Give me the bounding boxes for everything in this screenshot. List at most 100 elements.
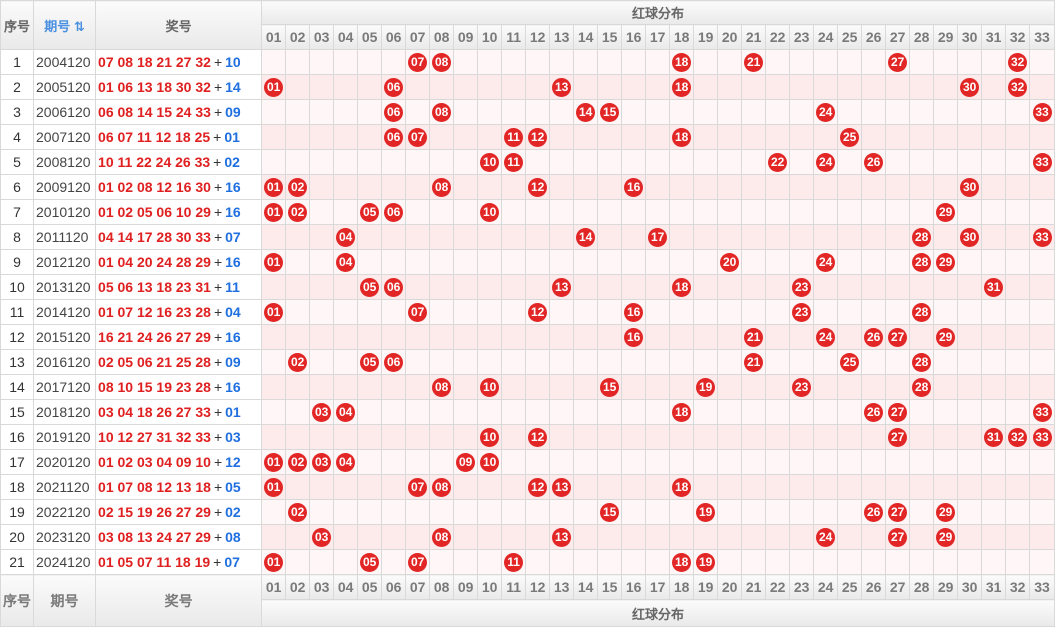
distribution-cell — [309, 349, 335, 375]
column-header-30: 30 — [957, 574, 983, 600]
distribution-cell — [549, 549, 575, 575]
distribution-cell — [453, 349, 479, 375]
distribution-cell — [429, 324, 455, 350]
distribution-cell: 02 — [285, 349, 311, 375]
blue-number: 16 — [225, 329, 241, 345]
distribution-cell — [645, 474, 671, 500]
row-winning-numbers: 01 02 03 04 09 10 +12 — [95, 449, 263, 475]
distribution-cell — [981, 74, 1007, 100]
distribution-cell — [597, 274, 623, 300]
distribution-cell — [453, 49, 479, 75]
distribution-cell: 13 — [549, 274, 575, 300]
red-ball-marker: 01 — [264, 477, 284, 497]
blue-number: 16 — [225, 254, 241, 270]
distribution-cell — [741, 424, 767, 450]
distribution-cell — [477, 74, 503, 100]
red-numbers: 06 07 11 12 18 25 — [98, 129, 211, 145]
column-header-21: 21 — [741, 574, 767, 600]
blue-number: 04 — [225, 304, 241, 320]
row-winning-numbers: 06 07 11 12 18 25 +01 — [95, 124, 263, 150]
red-ball-marker: 14 — [576, 227, 596, 247]
red-ball-marker: 32 — [1008, 77, 1028, 97]
distribution-cell — [981, 474, 1007, 500]
distribution-cell: 12 — [525, 124, 551, 150]
distribution-cell — [1029, 74, 1055, 100]
column-header-33: 33 — [1029, 574, 1055, 600]
red-ball-marker: 06 — [384, 202, 404, 222]
sort-icon[interactable]: ⇅ — [74, 19, 85, 34]
distribution-cell — [309, 474, 335, 500]
column-header-27: 27 — [885, 574, 911, 600]
distribution-cell — [261, 99, 287, 125]
distribution-cell — [693, 249, 719, 275]
distribution-cell — [933, 474, 959, 500]
draw-row: 10 2013120 05 06 13 18 23 31 +11 05 06 13 18 23 3… — [0, 274, 1055, 300]
distribution-cell: 33 — [1029, 424, 1055, 450]
distribution-cell — [429, 449, 455, 475]
column-header-26: 26 — [861, 24, 887, 50]
distribution-cell: 15 — [597, 499, 623, 525]
distribution-cell — [429, 424, 455, 450]
draw-row: 3 2006120 06 08 14 15 24 33 +09 06 08 14 15 24 33 — [0, 99, 1055, 125]
column-header-24: 24 — [813, 24, 839, 50]
period-header-sortable[interactable]: 期号 ⇅ — [33, 0, 97, 50]
red-ball-marker: 24 — [816, 527, 836, 547]
distribution-cell: 18 — [669, 74, 695, 100]
distribution-cell — [573, 324, 599, 350]
distribution-cell — [261, 424, 287, 450]
distribution-cell — [837, 324, 863, 350]
distribution-cell: 07 — [405, 299, 431, 325]
distribution-cell — [453, 374, 479, 400]
column-header-29: 29 — [933, 24, 959, 50]
distribution-cell — [405, 424, 431, 450]
blue-number: 14 — [225, 79, 241, 95]
distribution-cell: 08 — [429, 524, 455, 550]
distribution-cell — [477, 174, 503, 200]
distribution-cell — [669, 149, 695, 175]
distribution-cell — [813, 399, 839, 425]
plus-sign: + — [213, 204, 223, 220]
red-ball-marker: 19 — [696, 552, 716, 572]
distribution-cell — [453, 174, 479, 200]
distribution-cell — [861, 349, 887, 375]
distribution-cell — [789, 174, 815, 200]
column-header-12: 12 — [525, 574, 551, 600]
distribution-cell — [333, 174, 359, 200]
distribution-cell — [717, 299, 743, 325]
row-seq: 16 — [0, 424, 35, 450]
distribution-cell: 23 — [789, 274, 815, 300]
distribution-cell — [645, 449, 671, 475]
distribution-cell — [909, 549, 935, 575]
red-ball-marker: 29 — [936, 502, 956, 522]
distribution-cell — [621, 474, 647, 500]
distribution-cell — [309, 374, 335, 400]
distribution-cell: 33 — [1029, 99, 1055, 125]
distribution-cell — [981, 524, 1007, 550]
distribution-cell — [885, 549, 911, 575]
distribution-cell — [453, 399, 479, 425]
distribution-cell — [525, 349, 551, 375]
distribution-cell — [477, 299, 503, 325]
plus-sign: + — [213, 554, 222, 570]
red-numbers: 03 04 18 26 27 33 — [98, 404, 211, 420]
distribution-cell: 10 — [477, 199, 503, 225]
distribution-cell — [669, 199, 695, 225]
red-ball-marker: 33 — [1032, 402, 1052, 422]
distribution-cell — [861, 224, 887, 250]
distribution-cell: 15 — [597, 374, 623, 400]
distribution-cell — [549, 374, 575, 400]
distribution-cell — [357, 224, 383, 250]
distribution-cell — [789, 224, 815, 250]
distribution-cell — [573, 374, 599, 400]
row-winning-numbers: 08 10 15 19 23 28 +16 — [95, 374, 263, 400]
distribution-cell — [333, 199, 359, 225]
column-header-06: 06 — [381, 24, 407, 50]
red-ball-marker: 09 — [456, 452, 476, 472]
distribution-cell — [597, 49, 623, 75]
blue-number: 02 — [224, 154, 240, 170]
distribution-cell: 29 — [933, 499, 959, 525]
distribution-cell — [525, 149, 551, 175]
red-ball-marker: 29 — [936, 252, 956, 272]
red-ball-marker: 27 — [888, 327, 908, 347]
red-ball-marker: 04 — [336, 402, 356, 422]
